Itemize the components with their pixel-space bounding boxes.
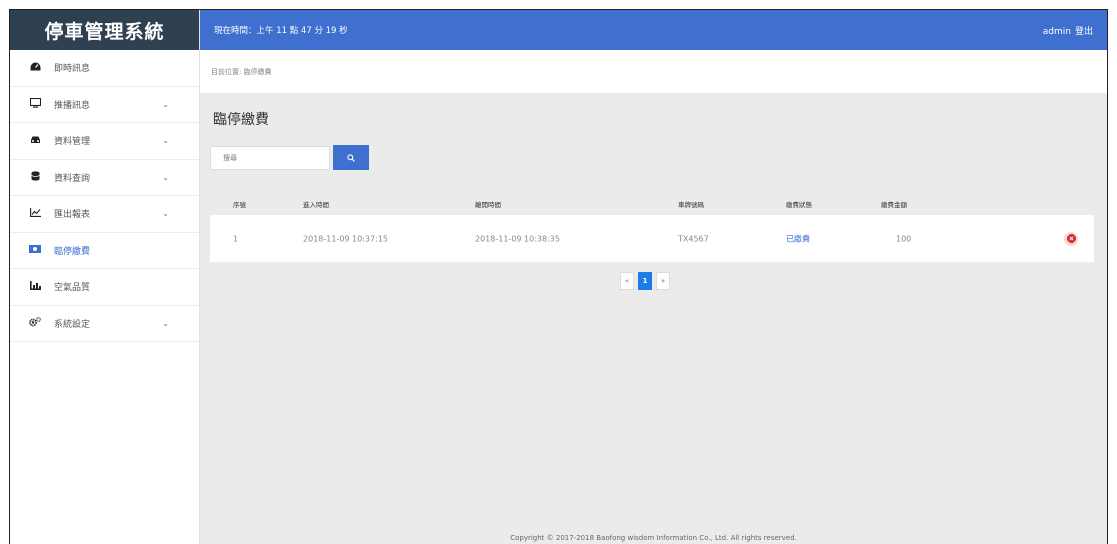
sidebar-item-label: 臨停繳費 [54, 246, 91, 257]
payment-status-link[interactable]: 已繳費 [786, 233, 810, 244]
delete-button[interactable] [1064, 231, 1078, 246]
main-content: 臨停繳費 搜尋 序號 進入時間 離開時間 車牌號碼 繳費狀態 繳費金額 1 20… [200, 93, 1107, 544]
sidebar-item-label: 即時訊息 [54, 64, 91, 75]
chevron-down-icon: ⌄ [162, 172, 169, 182]
sidebar: 停車管理系統 即時訊息 推播訊息 ⌄ 資料管理 ⌄ 資料查詢 ⌄ 匯出報表 ⌄ … [10, 10, 200, 544]
database-icon [28, 171, 42, 184]
header-cell: 進入時間 [303, 201, 329, 209]
line-chart-icon [28, 207, 42, 220]
logout-link[interactable]: 登出 [1075, 27, 1093, 37]
sidebar-item-push[interactable]: 推播訊息 ⌄ [10, 87, 199, 123]
sidebar-item-label: 資料管理 [54, 137, 91, 148]
table-header: 序號 進入時間 離開時間 車牌號碼 繳費狀態 繳費金額 [210, 193, 1094, 215]
sidebar-item-label: 推播訊息 [54, 100, 91, 111]
next-page-button[interactable]: » [656, 272, 670, 290]
entry-time: 2018-11-09 10:37:15 [303, 234, 388, 243]
chevron-down-icon: ⌄ [162, 99, 169, 109]
sidebar-item-system-settings[interactable]: 系統設定 ⌄ [10, 306, 199, 342]
gears-icon [28, 316, 42, 330]
bar-chart-icon [28, 280, 42, 293]
sidebar-item-realtime[interactable]: 即時訊息 [10, 50, 199, 87]
page-button-current[interactable]: 1 [638, 272, 652, 290]
sidebar-item-export-report[interactable]: 匯出報表 ⌄ [10, 196, 199, 233]
header-cell: 序號 [233, 201, 246, 209]
sidebar-item-label: 匯出報表 [54, 210, 91, 221]
chevron-down-icon: ⌄ [162, 318, 169, 328]
payment-amount: 100 [896, 234, 912, 243]
chevron-down-icon: ⌄ [162, 209, 169, 219]
header-cell: 繳費狀態 [786, 201, 812, 209]
username: admin [1042, 26, 1071, 37]
table-row: 1 2018-11-09 10:37:15 2018-11-09 10:38:3… [210, 215, 1094, 262]
search-input[interactable]: 搜尋 [210, 146, 330, 170]
payment-table: 序號 進入時間 離開時間 車牌號碼 繳費狀態 繳費金額 1 2018-11-09… [210, 193, 1094, 262]
search-button[interactable] [333, 145, 369, 170]
prev-page-button[interactable]: « [620, 272, 634, 290]
user-area: admin 登出 [1039, 24, 1093, 37]
money-icon [28, 244, 42, 256]
sidebar-item-data-query[interactable]: 資料查詢 ⌄ [10, 160, 199, 196]
sidebar-item-air-quality[interactable]: 空氣品質 [10, 269, 199, 306]
breadcrumb: 目前位置: 臨停繳費 [200, 50, 1107, 93]
row-number: 1 [233, 234, 239, 243]
sidebar-item-label: 系統設定 [54, 319, 91, 330]
app-frame: 停車管理系統 即時訊息 推播訊息 ⌄ 資料管理 ⌄ 資料查詢 ⌄ 匯出報表 ⌄ … [9, 9, 1108, 544]
header-cell: 車牌號碼 [678, 201, 704, 209]
top-bar: 現在時間：上午 11 點 47 分 19 秒 admin 登出 [200, 10, 1107, 50]
header-cell: 離開時間 [475, 201, 501, 209]
header-cell: 繳費金額 [881, 201, 907, 209]
sidebar-item-label: 資料查詢 [54, 173, 91, 184]
car-icon [28, 135, 42, 147]
sidebar-item-data-management[interactable]: 資料管理 ⌄ [10, 123, 199, 160]
brand-title: 停車管理系統 [10, 10, 199, 50]
search-icon [347, 153, 355, 162]
dashboard-icon [28, 62, 42, 74]
plate-number: TX4567 [678, 234, 709, 243]
sidebar-item-parking-payment[interactable]: 臨停繳費 [10, 233, 199, 269]
sidebar-item-label: 空氣品質 [54, 283, 91, 294]
monitor-icon [28, 97, 42, 111]
current-time: 現在時間：上午 11 點 47 分 19 秒 [214, 26, 348, 36]
page-title: 臨停繳費 [213, 112, 269, 128]
exit-time: 2018-11-09 10:38:35 [475, 234, 560, 243]
pagination: « 1 » [620, 272, 670, 290]
delete-icon [1066, 234, 1076, 243]
chevron-down-icon: ⌄ [162, 136, 169, 146]
footer-copyright: Copyright © 2017-2018 Baofong wisdom Inf… [510, 534, 797, 542]
